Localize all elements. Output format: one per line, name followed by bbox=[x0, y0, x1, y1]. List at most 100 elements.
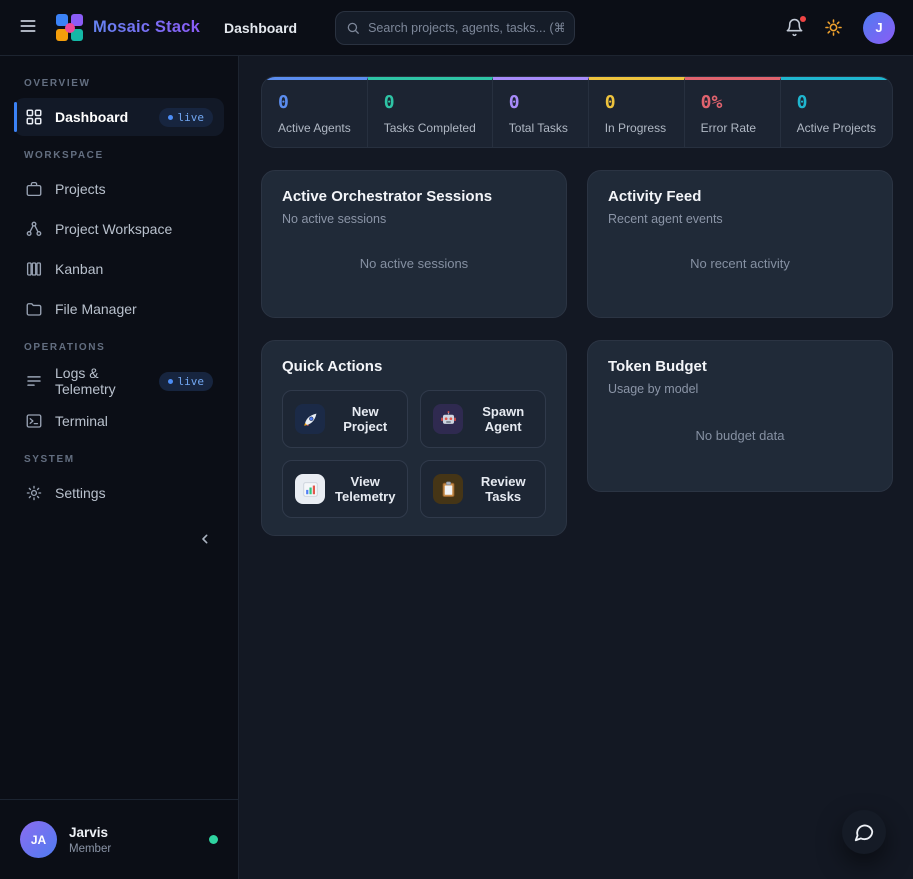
live-dot bbox=[168, 379, 173, 384]
quick-actions-card: Quick Actions New Project Spawn Agent bbox=[261, 340, 567, 536]
briefcase-icon bbox=[25, 180, 43, 198]
hamburger-menu-button[interactable] bbox=[18, 16, 38, 39]
view-telemetry-button[interactable]: View Telemetry bbox=[282, 460, 408, 518]
stat-error-rate: 0% Error Rate bbox=[685, 77, 781, 147]
hamburger-icon bbox=[18, 16, 38, 39]
action-label: View Telemetry bbox=[335, 474, 395, 504]
stat-value: 0 bbox=[384, 92, 476, 113]
breadcrumb: Dashboard bbox=[224, 20, 297, 36]
folder-icon bbox=[25, 300, 43, 318]
rocket-icon bbox=[295, 404, 325, 434]
user-avatar-button[interactable]: J bbox=[863, 12, 895, 44]
stat-label: Total Tasks bbox=[509, 121, 572, 135]
stat-active-agents: 0 Active Agents bbox=[262, 77, 368, 147]
live-badge: live bbox=[159, 372, 214, 391]
section-label-workspace: WORKSPACE bbox=[24, 150, 214, 161]
new-project-button[interactable]: New Project bbox=[282, 390, 408, 448]
sidebar-item-project-workspace[interactable]: Project Workspace bbox=[14, 210, 224, 248]
sidebar-item-terminal[interactable]: Terminal bbox=[14, 402, 224, 440]
card-subtitle: Usage by model bbox=[608, 382, 872, 396]
section-label-operations: OPERATIONS bbox=[24, 342, 214, 353]
spawn-agent-button[interactable]: Spawn Agent bbox=[420, 390, 546, 448]
logs-icon bbox=[25, 372, 43, 390]
stat-value: 0 bbox=[605, 92, 668, 113]
action-label: New Project bbox=[335, 404, 395, 434]
stat-value: 0 bbox=[509, 92, 572, 113]
sessions-card: Active Orchestrator Sessions No active s… bbox=[261, 170, 567, 318]
sidebar-collapse-button[interactable] bbox=[192, 526, 218, 552]
theme-toggle-button[interactable] bbox=[824, 18, 843, 37]
search-icon bbox=[346, 21, 360, 35]
empty-state-text: No budget data bbox=[608, 396, 872, 474]
user-name: Jarvis bbox=[69, 825, 111, 840]
stat-label: Tasks Completed bbox=[384, 121, 476, 135]
sidebar-item-label: Project Workspace bbox=[55, 221, 172, 237]
section-label-overview: OVERVIEW bbox=[24, 78, 214, 89]
sidebar-item-label: File Manager bbox=[55, 301, 137, 317]
stat-label: Active Agents bbox=[278, 121, 351, 135]
stat-total-tasks: 0 Total Tasks bbox=[493, 77, 589, 147]
live-badge: live bbox=[159, 108, 214, 127]
sidebar-item-label: Logs & Telemetry bbox=[55, 365, 147, 397]
card-title: Quick Actions bbox=[282, 358, 546, 375]
notifications-button[interactable] bbox=[785, 18, 804, 37]
sidebar-item-dashboard[interactable]: Dashboard live bbox=[14, 98, 224, 136]
search-bar[interactable] bbox=[335, 11, 575, 45]
notification-badge-dot bbox=[800, 16, 806, 22]
gear-icon bbox=[25, 484, 43, 502]
sidebar-item-label: Kanban bbox=[55, 261, 103, 277]
app-title: Mosaic Stack bbox=[93, 18, 200, 37]
user-profile-card[interactable]: JA Jarvis Member bbox=[0, 799, 238, 879]
chart-icon bbox=[295, 474, 325, 504]
card-title: Activity Feed bbox=[608, 188, 872, 205]
chat-button[interactable] bbox=[842, 810, 886, 854]
chevron-left-icon bbox=[197, 531, 213, 547]
robot-icon bbox=[433, 404, 463, 434]
empty-state-text: No active sessions bbox=[282, 226, 546, 300]
card-subtitle: Recent agent events bbox=[608, 212, 872, 226]
kanban-icon bbox=[25, 260, 43, 278]
stat-value: 0 bbox=[797, 92, 876, 113]
search-input[interactable] bbox=[368, 21, 564, 35]
stat-label: Error Rate bbox=[701, 121, 764, 135]
stats-row: 0 Active Agents 0 Tasks Completed 0 Tota… bbox=[261, 76, 893, 148]
stat-in-progress: 0 In Progress bbox=[589, 77, 685, 147]
sun-icon bbox=[824, 18, 843, 37]
activity-feed-card: Activity Feed Recent agent events No rec… bbox=[587, 170, 893, 318]
stat-label: In Progress bbox=[605, 121, 668, 135]
sidebar-item-label: Settings bbox=[55, 485, 106, 501]
user-role: Member bbox=[69, 843, 111, 855]
token-budget-card: Token Budget Usage by model No budget da… bbox=[587, 340, 893, 492]
stat-label: Active Projects bbox=[797, 121, 876, 135]
sidebar-item-settings[interactable]: Settings bbox=[14, 474, 224, 512]
sidebar-item-file-manager[interactable]: File Manager bbox=[14, 290, 224, 328]
sidebar-item-kanban[interactable]: Kanban bbox=[14, 250, 224, 288]
chat-bubble-icon bbox=[853, 821, 875, 843]
grid-icon bbox=[25, 108, 43, 126]
logo-center-dot bbox=[65, 23, 75, 33]
sidebar-item-label: Dashboard bbox=[55, 109, 128, 125]
terminal-icon bbox=[25, 412, 43, 430]
sidebar-item-projects[interactable]: Projects bbox=[14, 170, 224, 208]
user-initials: JA bbox=[31, 833, 46, 847]
stat-value: 0 bbox=[278, 92, 351, 113]
card-title: Token Budget bbox=[608, 358, 872, 375]
card-title: Active Orchestrator Sessions bbox=[282, 188, 546, 205]
avatar-initial: J bbox=[875, 20, 882, 35]
sidebar-item-label: Terminal bbox=[55, 413, 108, 429]
action-label: Spawn Agent bbox=[473, 404, 533, 434]
review-tasks-button[interactable]: Review Tasks bbox=[420, 460, 546, 518]
action-label: Review Tasks bbox=[473, 474, 533, 504]
stat-active-projects: 0 Active Projects bbox=[781, 77, 892, 147]
stat-tasks-completed: 0 Tasks Completed bbox=[368, 77, 493, 147]
sidebar-item-label: Projects bbox=[55, 181, 106, 197]
online-status-dot bbox=[209, 835, 218, 844]
nodes-icon bbox=[25, 220, 43, 238]
card-subtitle: No active sessions bbox=[282, 212, 546, 226]
main-content: 0 Active Agents 0 Tasks Completed 0 Tota… bbox=[239, 56, 913, 879]
stat-value: 0% bbox=[701, 92, 764, 113]
section-label-system: SYSTEM bbox=[24, 454, 214, 465]
sidebar-item-logs-telemetry[interactable]: Logs & Telemetry live bbox=[14, 362, 224, 400]
sidebar: OVERVIEW Dashboard live WORKSPACE Projec… bbox=[0, 56, 239, 879]
mosaic-logo-icon bbox=[56, 14, 83, 41]
